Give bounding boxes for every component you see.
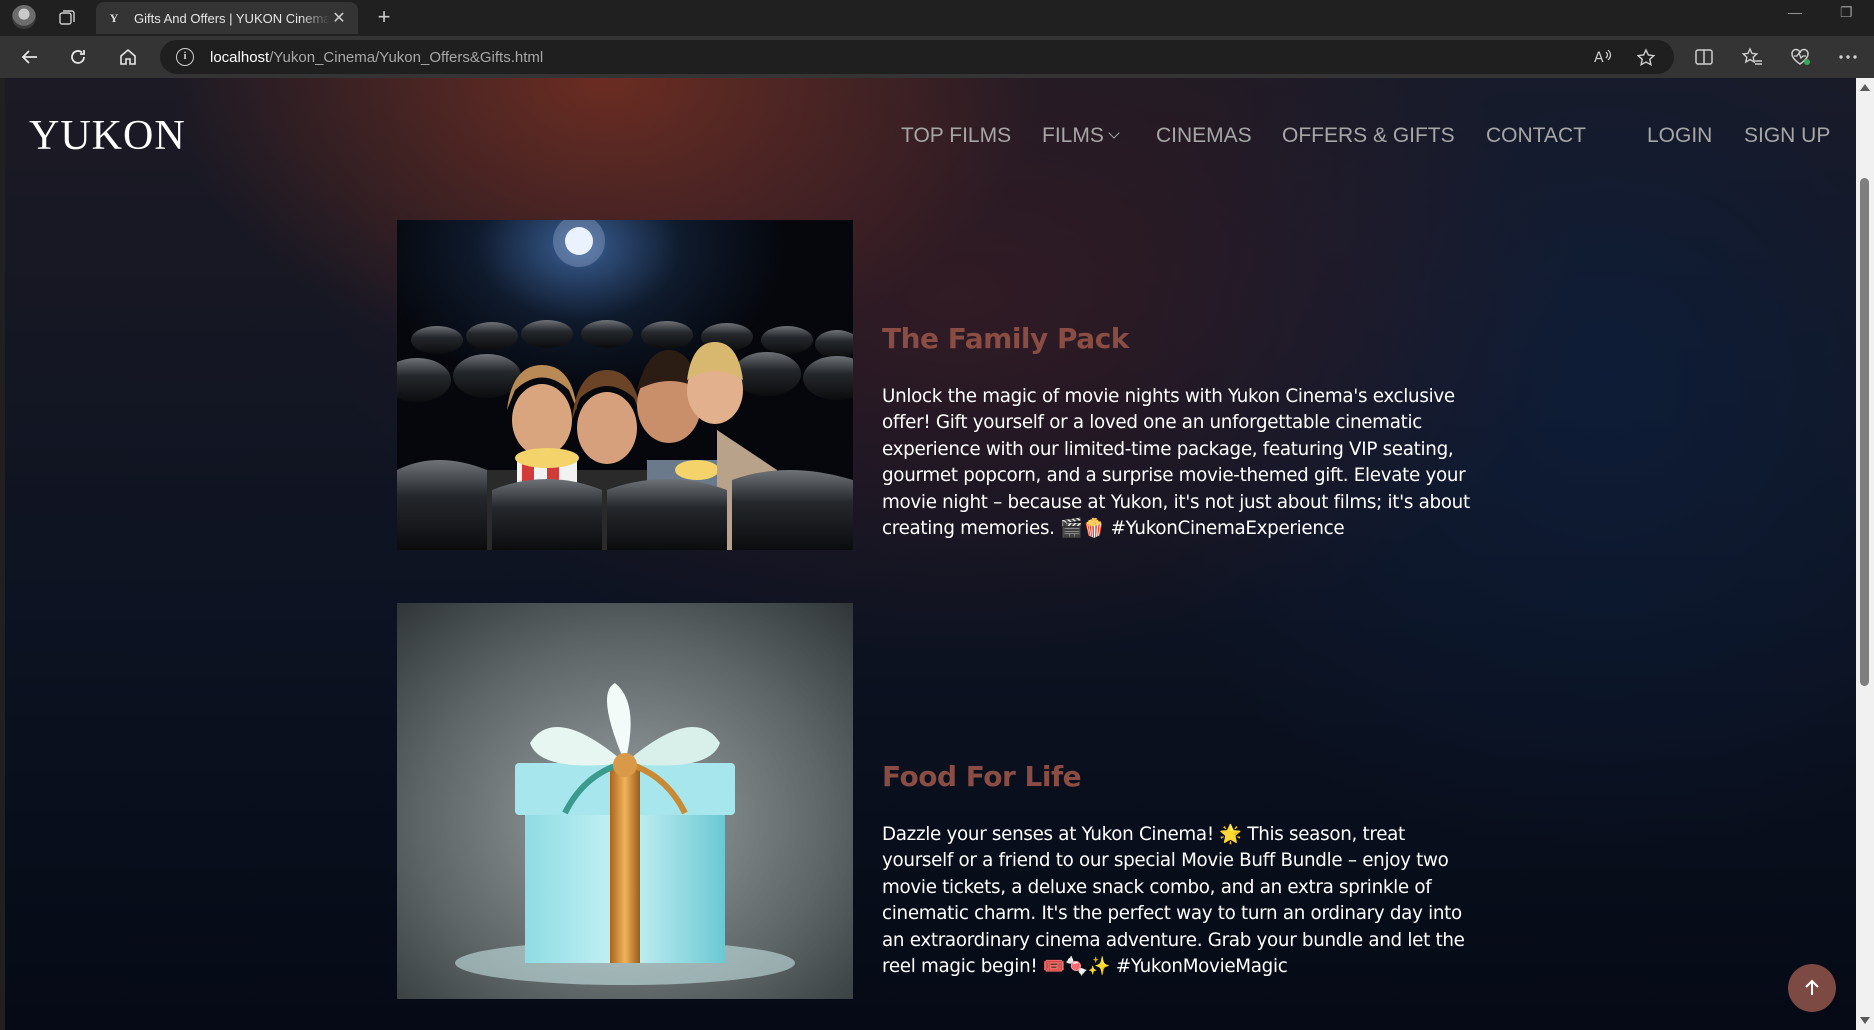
url-path: /Yukon_Cinema/Yukon_Offers&Gifts.html [269, 48, 544, 66]
offer-title: The Family Pack [882, 322, 1129, 355]
nav-films-label: FILMS [1042, 124, 1104, 147]
favorites-icon[interactable] [1738, 43, 1766, 71]
nav-films[interactable]: FILMS [1042, 124, 1120, 148]
workspaces-icon[interactable] [58, 8, 76, 26]
offer-title: Food For Life [882, 760, 1082, 793]
family-pack-image [397, 220, 853, 550]
more-icon[interactable] [1834, 43, 1862, 71]
tab-favicon: Y [109, 11, 119, 25]
scroll-down-arrow-icon[interactable] [1860, 1017, 1870, 1024]
page-viewport: YUKON TOP FILMS FILMS CINEMAS OFFERS & G… [5, 78, 1856, 1030]
nav-login[interactable]: LOGIN [1647, 124, 1712, 148]
nav-offers-gifts[interactable]: OFFERS & GIFTS [1282, 124, 1455, 148]
offer-description: Unlock the magic of movie nights with Yu… [882, 386, 1470, 540]
reload-icon[interactable] [64, 43, 92, 71]
address-bar[interactable]: i localhost/Yukon_Cinema/Yukon_Offers&Gi… [160, 40, 1674, 74]
browser-essentials-icon[interactable] [1786, 43, 1814, 71]
nav-contact[interactable]: CONTACT [1486, 124, 1586, 148]
nav-signup[interactable]: SIGN UP [1744, 124, 1830, 148]
active-tab[interactable]: Y Gifts And Offers | YUKON Cinema ✕ [96, 2, 358, 34]
tab-title: Gifts And Offers | YUKON Cinema [134, 10, 330, 26]
minimize-window-icon[interactable]: — [1788, 4, 1802, 20]
site-nav: TOP FILMS FILMS CINEMAS OFFERS & GIFTS C… [5, 124, 1856, 154]
food-for-life-image [397, 603, 853, 999]
split-screen-icon[interactable] [1690, 43, 1718, 71]
back-arrow-icon[interactable] [16, 43, 44, 71]
scroll-thumb[interactable] [1860, 178, 1869, 686]
svg-text:A: A [1594, 50, 1604, 66]
new-tab-button[interactable]: + [370, 3, 398, 31]
nav-top-films[interactable]: TOP FILMS [901, 124, 1011, 148]
nav-cinemas[interactable]: CINEMAS [1156, 124, 1252, 148]
browser-chrome: Y Gifts And Offers | YUKON Cinema ✕ + — … [0, 0, 1874, 78]
home-icon[interactable] [114, 43, 142, 71]
close-tab-icon[interactable]: ✕ [330, 8, 348, 28]
favorite-star-icon[interactable] [1636, 48, 1656, 72]
restore-window-icon[interactable]: ❐ [1840, 4, 1853, 21]
browser-toolbar: i localhost/Yukon_Cinema/Yukon_Offers&Gi… [0, 36, 1874, 78]
scroll-up-arrow-icon[interactable] [1860, 84, 1870, 91]
profile-avatar[interactable] [12, 5, 36, 29]
tab-bar: Y Gifts And Offers | YUKON Cinema ✕ + — … [0, 0, 1874, 34]
chevron-down-icon [1108, 127, 1120, 139]
read-aloud-icon[interactable]: A [1594, 48, 1614, 70]
url-host: localhost [210, 48, 270, 66]
offer-description: Dazzle your senses at Yukon Cinema! 🌟 Th… [882, 824, 1465, 978]
arrow-up-icon [1805, 979, 1819, 995]
info-icon[interactable]: i [176, 48, 194, 66]
page-scrollbar[interactable] [1856, 78, 1874, 1030]
back-to-top-button[interactable] [1788, 964, 1836, 1012]
